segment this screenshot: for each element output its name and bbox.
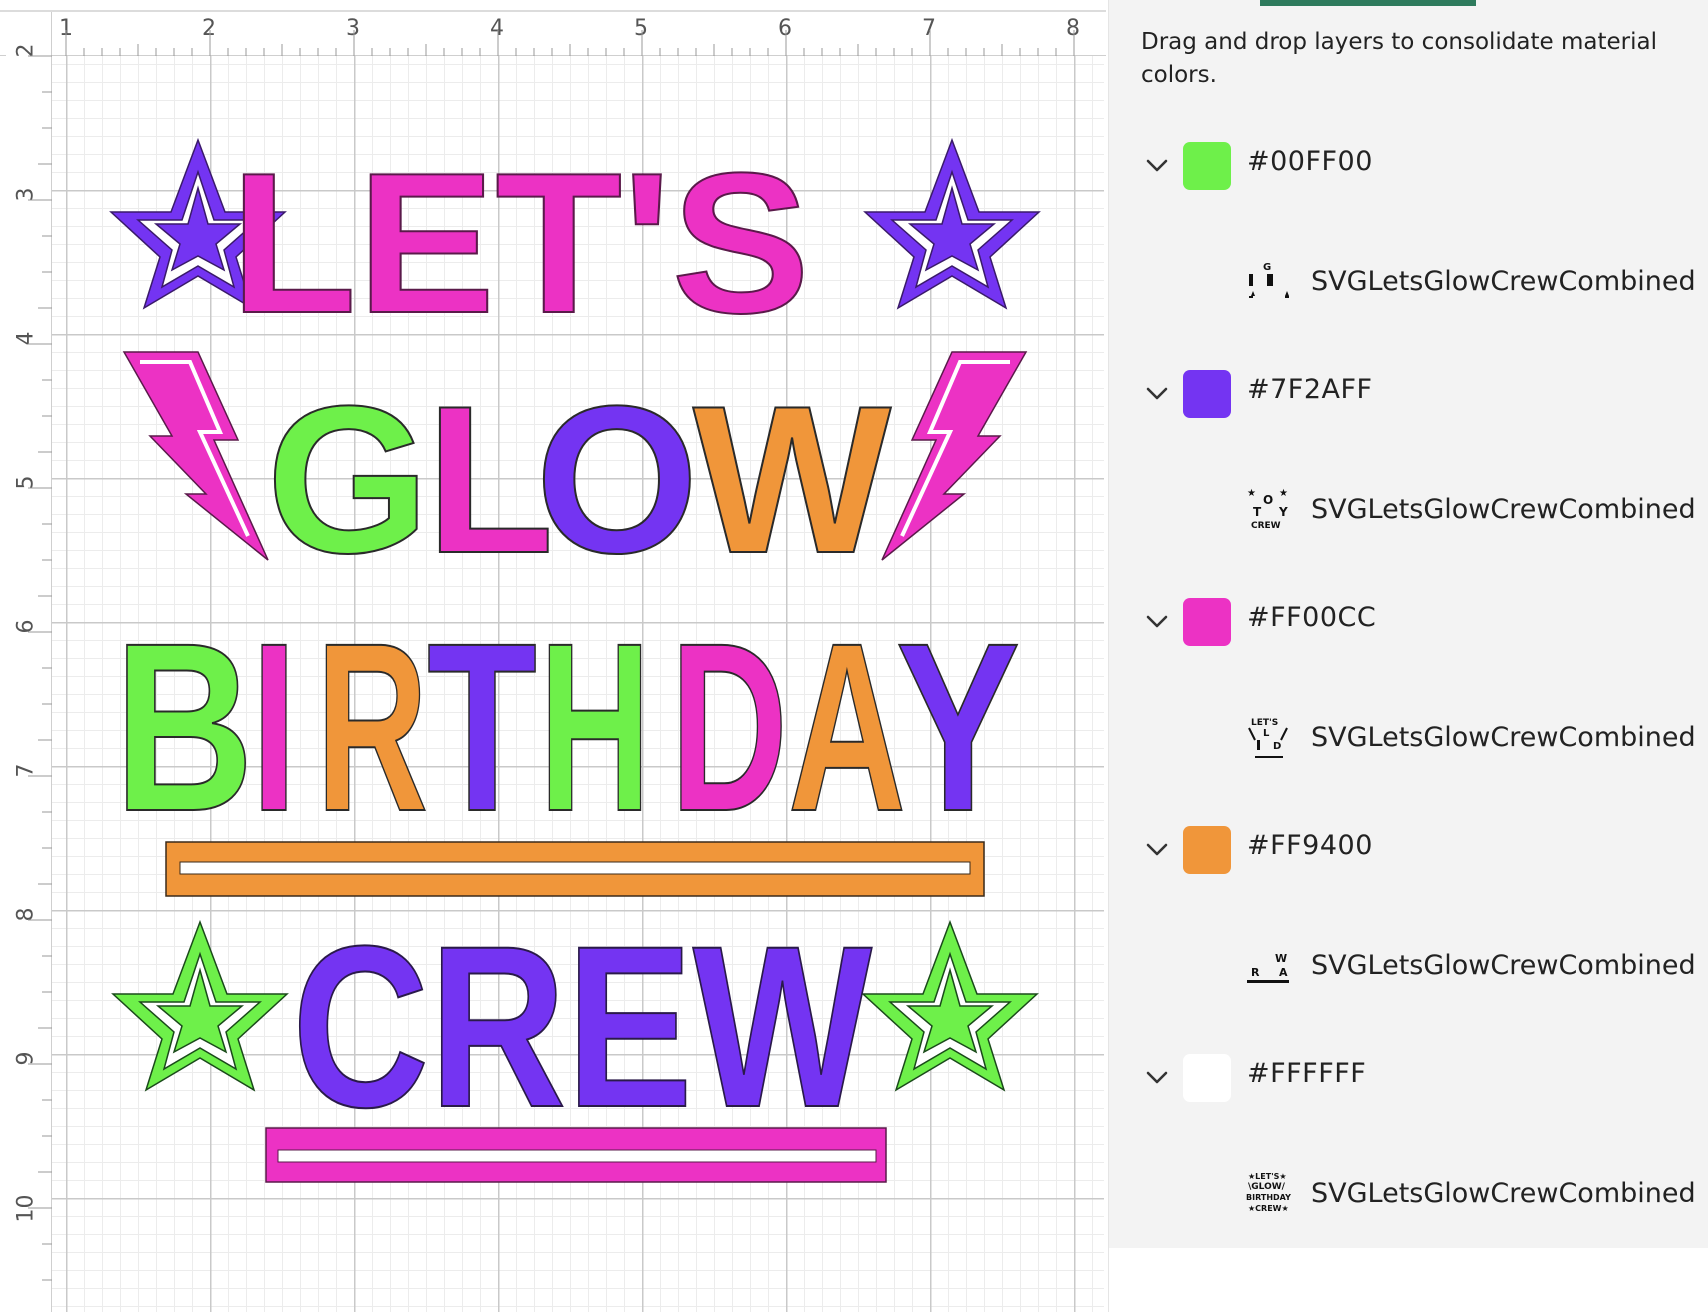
layer-row[interactable]: ★LET'S★ \GLOW/ BIRTHDAY ★CREW★ SVGLetsGl…: [1109, 1160, 1708, 1230]
letter-y: Y: [896, 593, 1020, 861]
lightning-bolt-icon[interactable]: [122, 351, 269, 561]
layer-thumbnail-icon: ★LET'S★ \GLOW/ BIRTHDAY ★CREW★: [1246, 1172, 1291, 1213]
color-swatch[interactable]: [1183, 826, 1231, 874]
color-hex-label: #FF00CC: [1247, 602, 1377, 633]
layer-thumbnail-icon: LET'S L D: [1248, 718, 1288, 758]
lightning-bolt-icon[interactable]: [881, 351, 1028, 561]
panel-hint: Drag and drop layers to consolidate mate…: [1141, 29, 1657, 88]
layer-name: SVGLetsGlowCrewCombined: [1311, 722, 1696, 753]
star-icon[interactable]: [861, 919, 1039, 1092]
color-swatch[interactable]: [1183, 598, 1231, 646]
color-swatch[interactable]: [1183, 1054, 1231, 1102]
birthday-design-artwork[interactable]: LET'S G L O W B I R T H D A Y CREW: [0, 0, 1106, 1312]
svg-text:D: D: [1273, 741, 1281, 752]
color-swatch[interactable]: [1183, 142, 1231, 190]
svg-text:W: W: [1275, 952, 1287, 965]
layer-name: SVGLetsGlowCrewCombined: [1311, 950, 1696, 981]
color-group-header[interactable]: #FF00CC: [1109, 592, 1708, 652]
color-hex-label: #FF9400: [1247, 830, 1373, 861]
chevron-down-icon[interactable]: [1139, 832, 1175, 868]
color-hex-label: #00FF00: [1247, 146, 1373, 177]
letter-w: W: [693, 362, 891, 597]
svg-text:O: O: [1263, 493, 1273, 507]
active-tab-indicator: [1260, 0, 1476, 6]
svg-text:★CREW★: ★CREW★: [1248, 1204, 1289, 1213]
color-group-header[interactable]: #FFFFFF: [1109, 1048, 1708, 1108]
color-group-green[interactable]: #00FF00 G SVGLetsGlowCrewCombined: [1109, 136, 1708, 364]
letter-r: R: [316, 593, 428, 861]
color-sync-panel-body: Drag and drop layers to consolidate mate…: [1109, 0, 1708, 1248]
star-icon[interactable]: [111, 919, 289, 1092]
layer-row[interactable]: G SVGLetsGlowCrewCombined: [1109, 248, 1708, 318]
svg-text:R: R: [1251, 966, 1260, 979]
word-lets-text: LET'S: [230, 132, 810, 355]
word-glow[interactable]: G L O W: [265, 361, 892, 598]
layer-row[interactable]: ★ ★ O T Y CREW SVGLetsGlowCrewCombined: [1109, 476, 1708, 546]
letter-b: B: [114, 593, 254, 861]
layer-thumbnail-icon: ★ ★ O T Y CREW: [1247, 488, 1288, 531]
layer-row[interactable]: LET'S L D SVGLetsGlowCrewCombined: [1109, 704, 1708, 774]
layer-thumbnail-icon: G: [1249, 262, 1289, 298]
svg-text:LET'S: LET'S: [1251, 718, 1278, 728]
svg-text:★: ★: [1247, 488, 1256, 499]
svg-text:★LET'S★: ★LET'S★: [1248, 1172, 1287, 1181]
letter-d: D: [670, 593, 788, 861]
color-swatch[interactable]: [1183, 370, 1231, 418]
chevron-down-icon[interactable]: [1139, 148, 1175, 184]
letter-a: A: [788, 593, 906, 861]
layer-thumbnail-icon: W R A: [1247, 952, 1289, 983]
color-group-purple[interactable]: #7F2AFF ★ ★ O T Y CREW SVGLetsGlowCrewComb…: [1109, 364, 1708, 592]
star-icon[interactable]: [863, 137, 1041, 310]
letter-i: I: [251, 593, 297, 861]
word-birthday[interactable]: B I R T H D A Y: [113, 592, 1021, 862]
svg-text:★: ★: [1279, 488, 1288, 499]
underline-bar-pink[interactable]: [265, 1127, 887, 1183]
word-lets[interactable]: LET'S: [229, 131, 811, 356]
chevron-down-icon[interactable]: [1139, 604, 1175, 640]
color-hex-label: #7F2AFF: [1247, 374, 1373, 405]
svg-text:G: G: [1263, 262, 1271, 273]
color-sync-panel: Drag and drop layers to consolidate mate…: [1108, 0, 1708, 1312]
color-group-header[interactable]: #7F2AFF: [1109, 364, 1708, 424]
svg-text:BIRTHDAY: BIRTHDAY: [1246, 1193, 1291, 1202]
color-group-white[interactable]: #FFFFFF ★LET'S★ \GLOW/ BIRTHDAY ★CREW★ S…: [1109, 1048, 1708, 1276]
svg-text:Y: Y: [1278, 505, 1288, 519]
svg-text:\GLOW/: \GLOW/: [1248, 1182, 1286, 1192]
letter-h: H: [539, 593, 651, 861]
svg-text:L: L: [1263, 728, 1270, 739]
letter-g: G: [266, 362, 429, 597]
design-canvas[interactable]: 1 2 3 4 5 6 7 8 2 3 4 5 6 7 8 9 10 LET'S…: [0, 0, 1106, 1312]
svg-text:A: A: [1279, 966, 1288, 979]
chevron-down-icon[interactable]: [1139, 376, 1175, 412]
layer-row[interactable]: W R A SVGLetsGlowCrewCombined: [1109, 932, 1708, 1002]
layer-name: SVGLetsGlowCrewCombined: [1311, 494, 1696, 525]
color-group-orange[interactable]: #FF9400 W R A SVGLetsGlowCrewCombined: [1109, 820, 1708, 1048]
layer-name: SVGLetsGlowCrewCombined: [1311, 266, 1696, 297]
chevron-down-icon[interactable]: [1139, 1060, 1175, 1096]
color-group-header[interactable]: #00FF00: [1109, 136, 1708, 196]
letter-o: O: [535, 362, 698, 597]
layer-name: SVGLetsGlowCrewCombined: [1311, 1178, 1696, 1209]
letter-t: T: [427, 593, 537, 861]
color-group-pink[interactable]: #FF00CC LET'S L D SVGLetsGlowCrewCombine…: [1109, 592, 1708, 820]
svg-text:T: T: [1253, 505, 1262, 519]
svg-text:CREW: CREW: [1251, 521, 1281, 531]
underline-bar-orange[interactable]: [165, 841, 985, 897]
color-group-header[interactable]: #FF9400: [1109, 820, 1708, 880]
color-hex-label: #FFFFFF: [1247, 1058, 1367, 1089]
word-crew[interactable]: CREW: [291, 897, 873, 1156]
word-crew-text: CREW: [292, 898, 872, 1155]
